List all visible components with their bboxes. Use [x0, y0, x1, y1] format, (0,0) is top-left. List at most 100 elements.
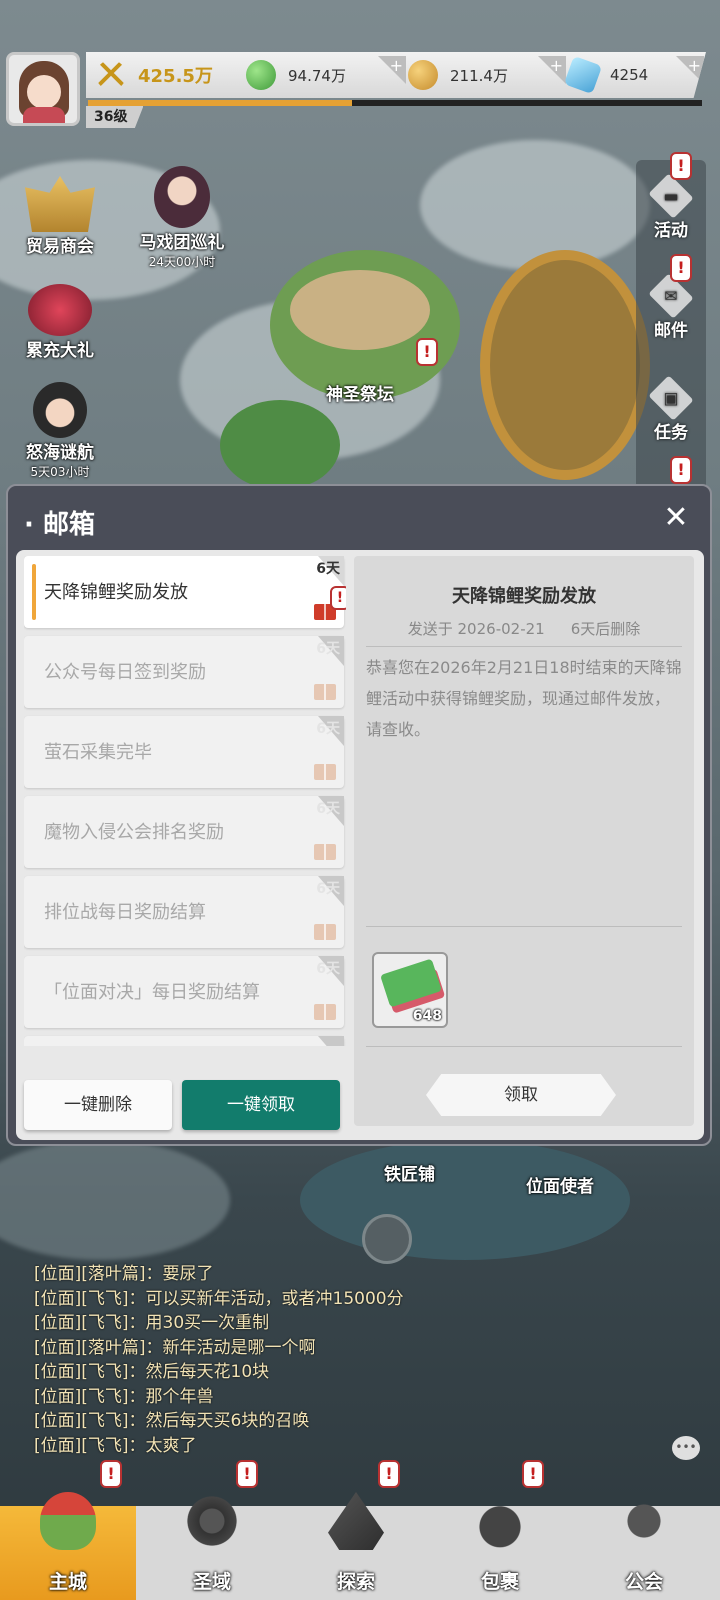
event-trade-guild[interactable]: 贸易商会 [14, 176, 106, 257]
activity-button[interactable]: ▬ 活动 [636, 173, 706, 241]
chat-message: [位面][落叶篇]：要尿了 [34, 1264, 214, 1284]
gold-coin-display: 211.4万 [408, 52, 508, 98]
cloud [0, 1140, 230, 1260]
activity-alert-icon: ! [670, 152, 692, 180]
mail-days: 6天 [316, 721, 340, 737]
mail-title: 天降锦鲤奖励发放 [44, 582, 188, 603]
nav-main-city[interactable]: 主城 [0, 1492, 136, 1600]
mail-title: 魔物入侵公会排名奖励 [44, 822, 224, 843]
resource-strip: 425.5万 94.74万 + 211.4万 + 4254 + [86, 52, 706, 98]
chat-bubble-icon[interactable]: ••• [672, 1436, 700, 1460]
nav-alert-icon: ! [236, 1460, 258, 1488]
cloud [420, 140, 650, 270]
mail-item[interactable]: 6天 排位战每日奖励结算 [24, 876, 344, 948]
nav-alert-icon: ! [522, 1460, 544, 1488]
mail-days: 6天 [316, 881, 340, 897]
bottom-navigation: 主城 圣域 探索 包裹 公会 [0, 1492, 720, 1600]
event-label: 贸易商会 [26, 237, 94, 257]
portal-icon[interactable] [362, 1214, 412, 1264]
mail-days: 6天 [316, 801, 340, 817]
mail-days: 6天 [316, 561, 340, 577]
event-timer: 24天00小时 [148, 255, 216, 269]
mail-title: 公众号每日签到奖励 [44, 662, 206, 683]
mail-days: 6天 [316, 961, 340, 977]
nav-alert-icon: ! [100, 1460, 122, 1488]
mail-detail-panel: 天降锦鲤奖励发放 发送于 2026-02-21 6天后删除 恭喜您在2026年2月… [354, 556, 694, 1126]
rail-label: 任务 [654, 423, 688, 443]
event-recharge-gift[interactable]: 累充大礼 [14, 284, 106, 361]
event-label: 马戏团巡礼 [139, 233, 225, 253]
nav-bag[interactable]: 包裹 [432, 1492, 568, 1600]
lower-island [300, 1140, 630, 1260]
mail-title: 「位面对决」每日奖励结算 [44, 982, 260, 1003]
mail-button[interactable]: ✉ 邮件 [636, 273, 706, 341]
activity-icon: ▬ [648, 173, 694, 219]
claim-button[interactable]: 领取 [426, 1074, 616, 1116]
mail-detail-title: 天降锦鲤奖励发放 [452, 586, 596, 607]
claim-all-button[interactable]: 一键领取 [182, 1080, 340, 1130]
avatar[interactable] [6, 52, 80, 126]
mail-days: 6天 [316, 641, 340, 657]
mail-expire-text: 6天后删除 [570, 620, 641, 638]
mail-item[interactable]: 6天 萤石采集完毕 [24, 716, 344, 788]
mail-item[interactable]: 6天 天降锦鲤奖励发放 [24, 556, 344, 628]
nav-explore[interactable]: 探索 [288, 1492, 424, 1600]
rail-label: 邮件 [654, 321, 688, 341]
chat-message: [位面][落叶篇]：新年活动是哪一个啊 [34, 1337, 316, 1358]
astrolabe-structure[interactable] [480, 250, 650, 480]
chat-feed[interactable]: [位面][落叶篇]：要尿了 [位面][飞飞]：可以买新年活动，或者冲15000分… [34, 1262, 674, 1458]
event-sea-voyage[interactable]: 怒海谜航 5天03小时 [14, 382, 106, 480]
close-icon[interactable]: ✕ [658, 500, 694, 536]
reward-count: 648 [412, 1008, 442, 1024]
smithy-label[interactable]: 铁匠铺 [384, 1160, 435, 1185]
chat-message: [位面][飞飞]：然后每天买6块的召唤 [34, 1411, 310, 1431]
player-level: 36级 [86, 106, 144, 128]
altar-pillars [290, 270, 430, 350]
avatar-face [27, 75, 61, 109]
nav-label: 包裹 [480, 1571, 519, 1593]
chat-message: [位面][飞飞]：可以买新年活动，或者冲15000分 [34, 1288, 404, 1309]
nav-guild[interactable]: 公会 [576, 1492, 712, 1600]
circus-icon [154, 166, 210, 228]
green-gem-display: 94.74万 [246, 52, 346, 98]
guild-icon [616, 1492, 672, 1550]
mail-sent-date: 发送于 2026-02-21 [407, 620, 545, 638]
mail-list[interactable]: 6天 天降锦鲤奖励发放 ! 6天 公众号每日签到奖励 6天 萤石采集完毕 6天 … [24, 556, 346, 1046]
reward-item-slot[interactable]: 648 [372, 952, 448, 1028]
mail-detail-meta: 发送于 2026-02-21 6天后删除 [354, 618, 694, 639]
rail-label: 活动 [654, 221, 688, 241]
mail-title: 排位战每日奖励结算 [44, 902, 206, 923]
event-label: 累充大礼 [26, 341, 94, 361]
event-timer: 5天03小时 [30, 465, 90, 479]
vortex-icon [184, 1492, 240, 1550]
recharge-gift-icon [28, 284, 92, 336]
dialog-title-text: 邮箱 [42, 510, 95, 540]
blue-crystal-value: 4254 [610, 66, 649, 84]
mail-corner [318, 1036, 344, 1046]
castle-icon [40, 1492, 96, 1550]
altar-label[interactable]: 神圣祭坛 [326, 380, 394, 405]
mail-detail-body: 恭喜您在2026年2月21日18时结束的天降锦鲤活动中获得锦鲤奖励，现通过邮件发… [366, 658, 682, 739]
right-menu-rail: ▬ 活动 ✉ 邮件 ▣ 任务 [636, 160, 706, 490]
gift-icon [314, 1004, 336, 1020]
gold-coin-value: 211.4万 [450, 66, 508, 85]
nav-sanctuary[interactable]: 圣域 [144, 1492, 280, 1600]
gift-icon [314, 764, 336, 780]
event-circus[interactable]: 马戏团巡礼 24天00小时 [122, 166, 242, 270]
add-crystal-button[interactable]: + [676, 56, 704, 84]
delete-all-button[interactable]: 一键删除 [24, 1080, 172, 1130]
selected-indicator [32, 564, 36, 620]
mail-item[interactable]: 6天 魔物入侵公会排名奖励 [24, 796, 344, 868]
gift-icon [314, 844, 336, 860]
mail-item-partial[interactable] [24, 1036, 344, 1046]
envoy-label[interactable]: 位面使者 [526, 1172, 594, 1197]
quest-button[interactable]: ▣ 任务 [636, 375, 706, 443]
add-green-gem-button[interactable]: + [378, 56, 406, 84]
add-gold-button[interactable]: + [538, 56, 566, 84]
mailbox-dialog: · 邮箱 ✕ 6天 天降锦鲤奖励发放 ! 6天 公众号每日签到奖励 6天 萤石采… [6, 484, 712, 1146]
tree-cluster [220, 400, 340, 490]
mail-item[interactable]: 6天 「位面对决」每日奖励结算 [24, 956, 344, 1028]
mail-item[interactable]: 6天 公众号每日签到奖励 [24, 636, 344, 708]
mail-title: 萤石采集完毕 [44, 742, 152, 763]
trade-guild-icon [25, 176, 95, 232]
